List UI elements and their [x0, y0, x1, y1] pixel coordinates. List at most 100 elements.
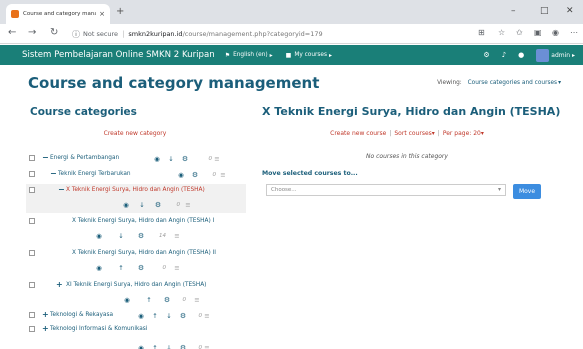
new-tab-button[interactable]: + [116, 6, 124, 17]
move-button[interactable]: Move [513, 184, 541, 199]
category-checkbox[interactable] [29, 250, 35, 256]
gear-icon[interactable]: ⚙ [176, 312, 190, 321]
url-text: smkn2kuripan.id/course/management.php?ca… [128, 30, 322, 38]
category-checkbox[interactable] [29, 326, 35, 332]
collapse-toggle[interactable]: − [42, 153, 49, 163]
collapse-toggle[interactable]: − [58, 185, 65, 195]
category-checkbox[interactable] [29, 218, 35, 224]
minimize-button[interactable]: – [511, 6, 516, 16]
favorites-icon[interactable]: ✩ [516, 28, 523, 37]
category-checkbox[interactable] [29, 312, 35, 318]
category-checkbox[interactable] [29, 282, 35, 288]
browser-tab[interactable]: Course and category managem × [6, 4, 110, 24]
info-icon[interactable]: ⓘ [72, 29, 80, 40]
gear-icon[interactable]: ⚙ [178, 155, 192, 164]
move-down-icon[interactable]: ↓ [162, 312, 176, 321]
category-name[interactable]: X Teknik Energi Surya, Hidro dan Angin (… [66, 187, 205, 193]
category-name[interactable]: Teknik Energi Terbarukan [58, 171, 131, 177]
sort-courses-menu[interactable]: Sort courses▾ [394, 130, 434, 137]
gear-icon[interactable]: ⚙ [132, 264, 150, 273]
forward-icon[interactable]: → [28, 27, 36, 39]
move-up-icon[interactable]: ↑ [148, 312, 162, 321]
move-down-icon[interactable]: ↓ [134, 201, 150, 210]
eye-icon[interactable]: ◉ [134, 312, 148, 321]
create-category-link[interactable]: Create new category [30, 130, 240, 137]
category-name[interactable]: XI Teknik Energi Surya, Hidro dan Angin … [66, 282, 206, 288]
back-icon[interactable]: ← [8, 27, 16, 39]
per-page-menu[interactable]: Per page: 20▾ [443, 130, 484, 137]
eye-icon[interactable]: ◉ [88, 264, 110, 273]
eye-icon[interactable]: ◉ [118, 201, 134, 210]
category-checkbox[interactable] [29, 155, 35, 161]
expand-toggle[interactable]: + [42, 310, 49, 320]
menu-icon[interactable]: ≡ [202, 312, 212, 321]
caret-icon: ▸ [269, 51, 273, 59]
menu-icon[interactable]: ≡ [202, 344, 212, 349]
eye-icon[interactable]: ◉ [174, 171, 188, 180]
gear-icon[interactable]: ⚙ [176, 344, 190, 349]
bell-icon[interactable]: ♪ [502, 51, 506, 59]
menu-icon[interactable]: ≡ [166, 232, 188, 241]
viewing-selector[interactable]: Viewing: Course categories and courses▾ [437, 80, 561, 86]
gear-icon[interactable]: ⚙ [150, 201, 166, 210]
site-name-link[interactable]: Sistem Pembelajaran Online SMKN 2 Kuripa… [22, 50, 215, 60]
course-categories-heading: Course categories [30, 106, 137, 118]
move-up-icon[interactable]: ↑ [148, 344, 162, 349]
menu-icon[interactable]: ≡ [216, 171, 230, 180]
viewing-label: Viewing: [437, 80, 462, 86]
gear-icon[interactable]: ⚙ [483, 51, 489, 59]
move-target-select[interactable]: Choose... ▾ [266, 184, 506, 196]
eye-icon[interactable]: ◉ [134, 344, 148, 349]
category-checkbox[interactable] [29, 171, 35, 177]
favorite-star-icon[interactable]: ☆ [498, 28, 505, 37]
navbar-right: ⚙ ♪ ● admin ▸ [483, 45, 583, 65]
read-mode-icon[interactable]: ⊞ [478, 28, 485, 37]
category-checkbox[interactable] [29, 187, 35, 193]
chat-icon[interactable]: ● [518, 51, 524, 59]
category-name[interactable]: Teknologi & Rekayasa [50, 312, 113, 318]
gear-icon[interactable]: ⚙ [160, 296, 174, 305]
menu-icon[interactable]: ≡ [166, 264, 188, 273]
move-down-icon[interactable]: ↓ [110, 232, 132, 241]
maximize-button[interactable]: □ [540, 6, 549, 16]
create-course-link[interactable]: Create new course [330, 130, 386, 137]
eye-icon[interactable]: ◉ [150, 155, 164, 164]
menu-icon[interactable]: ≡ [186, 296, 208, 305]
language-menu[interactable]: ⚑ English (en) ▸ [225, 52, 276, 59]
collapse-toggle[interactable]: − [50, 169, 57, 179]
menu-icon[interactable]: ≡ [212, 155, 222, 164]
category-heading: X Teknik Energi Surya, Hidro dan Angin (… [262, 105, 561, 118]
close-window-button[interactable]: ✕ [566, 6, 574, 16]
move-up-icon[interactable]: ↑ [138, 296, 160, 305]
move-up-icon[interactable]: ↑ [110, 264, 132, 273]
move-down-icon[interactable]: ↓ [164, 155, 178, 164]
category-name[interactable]: Teknologi Informasi & Komunikasi [50, 326, 147, 332]
gear-icon[interactable]: ⚙ [132, 232, 150, 241]
eye-icon[interactable]: ◉ [116, 296, 138, 305]
per-page-label: Per page: 20 [442, 130, 481, 137]
url-field[interactable]: ⓘ Not secure | smkn2kuripan.id/course/ma… [72, 27, 472, 41]
collections-icon[interactable]: ▣ [534, 28, 542, 37]
tab-close-icon[interactable]: × [99, 10, 105, 18]
gear-icon[interactable]: ⚙ [188, 171, 202, 180]
move-down-icon[interactable]: ↓ [162, 344, 176, 349]
category-actions: ◉ ↑ ⚙ 0 ≡ [116, 295, 208, 305]
my-courses-menu[interactable]: ■ My courses ▸ [286, 52, 335, 59]
eye-icon[interactable]: ◉ [88, 232, 110, 241]
refresh-icon[interactable]: ↻ [50, 27, 58, 39]
course-count: 0 [182, 296, 187, 303]
category-name[interactable]: Energi & Pertambangan [50, 155, 119, 161]
expand-toggle[interactable]: + [42, 324, 49, 334]
category-row: − Energi & Pertambangan ◉ ↓ ⚙ 0 ≡ [26, 152, 246, 166]
more-menu-icon[interactable]: ⋯ [570, 28, 578, 37]
category-row: + Teknologi & Rekayasa ◉ ↑ ↓ ⚙ 0 ≡ [26, 309, 246, 323]
course-count: 0 [198, 312, 203, 319]
user-menu[interactable]: admin ▸ [551, 52, 575, 59]
category-actions: ◉ ↓ ⚙ 14 ≡ [88, 231, 188, 241]
category-name[interactable]: X Teknik Energi Surya, Hidro dan Angin (… [72, 250, 216, 256]
expand-toggle[interactable]: + [56, 280, 63, 290]
menu-icon[interactable]: ≡ [180, 201, 196, 210]
profile-icon[interactable]: ◉ [552, 28, 559, 37]
avatar[interactable] [536, 48, 550, 62]
category-name[interactable]: X Teknik Energi Surya, Hidro dan Angin (… [72, 218, 214, 224]
